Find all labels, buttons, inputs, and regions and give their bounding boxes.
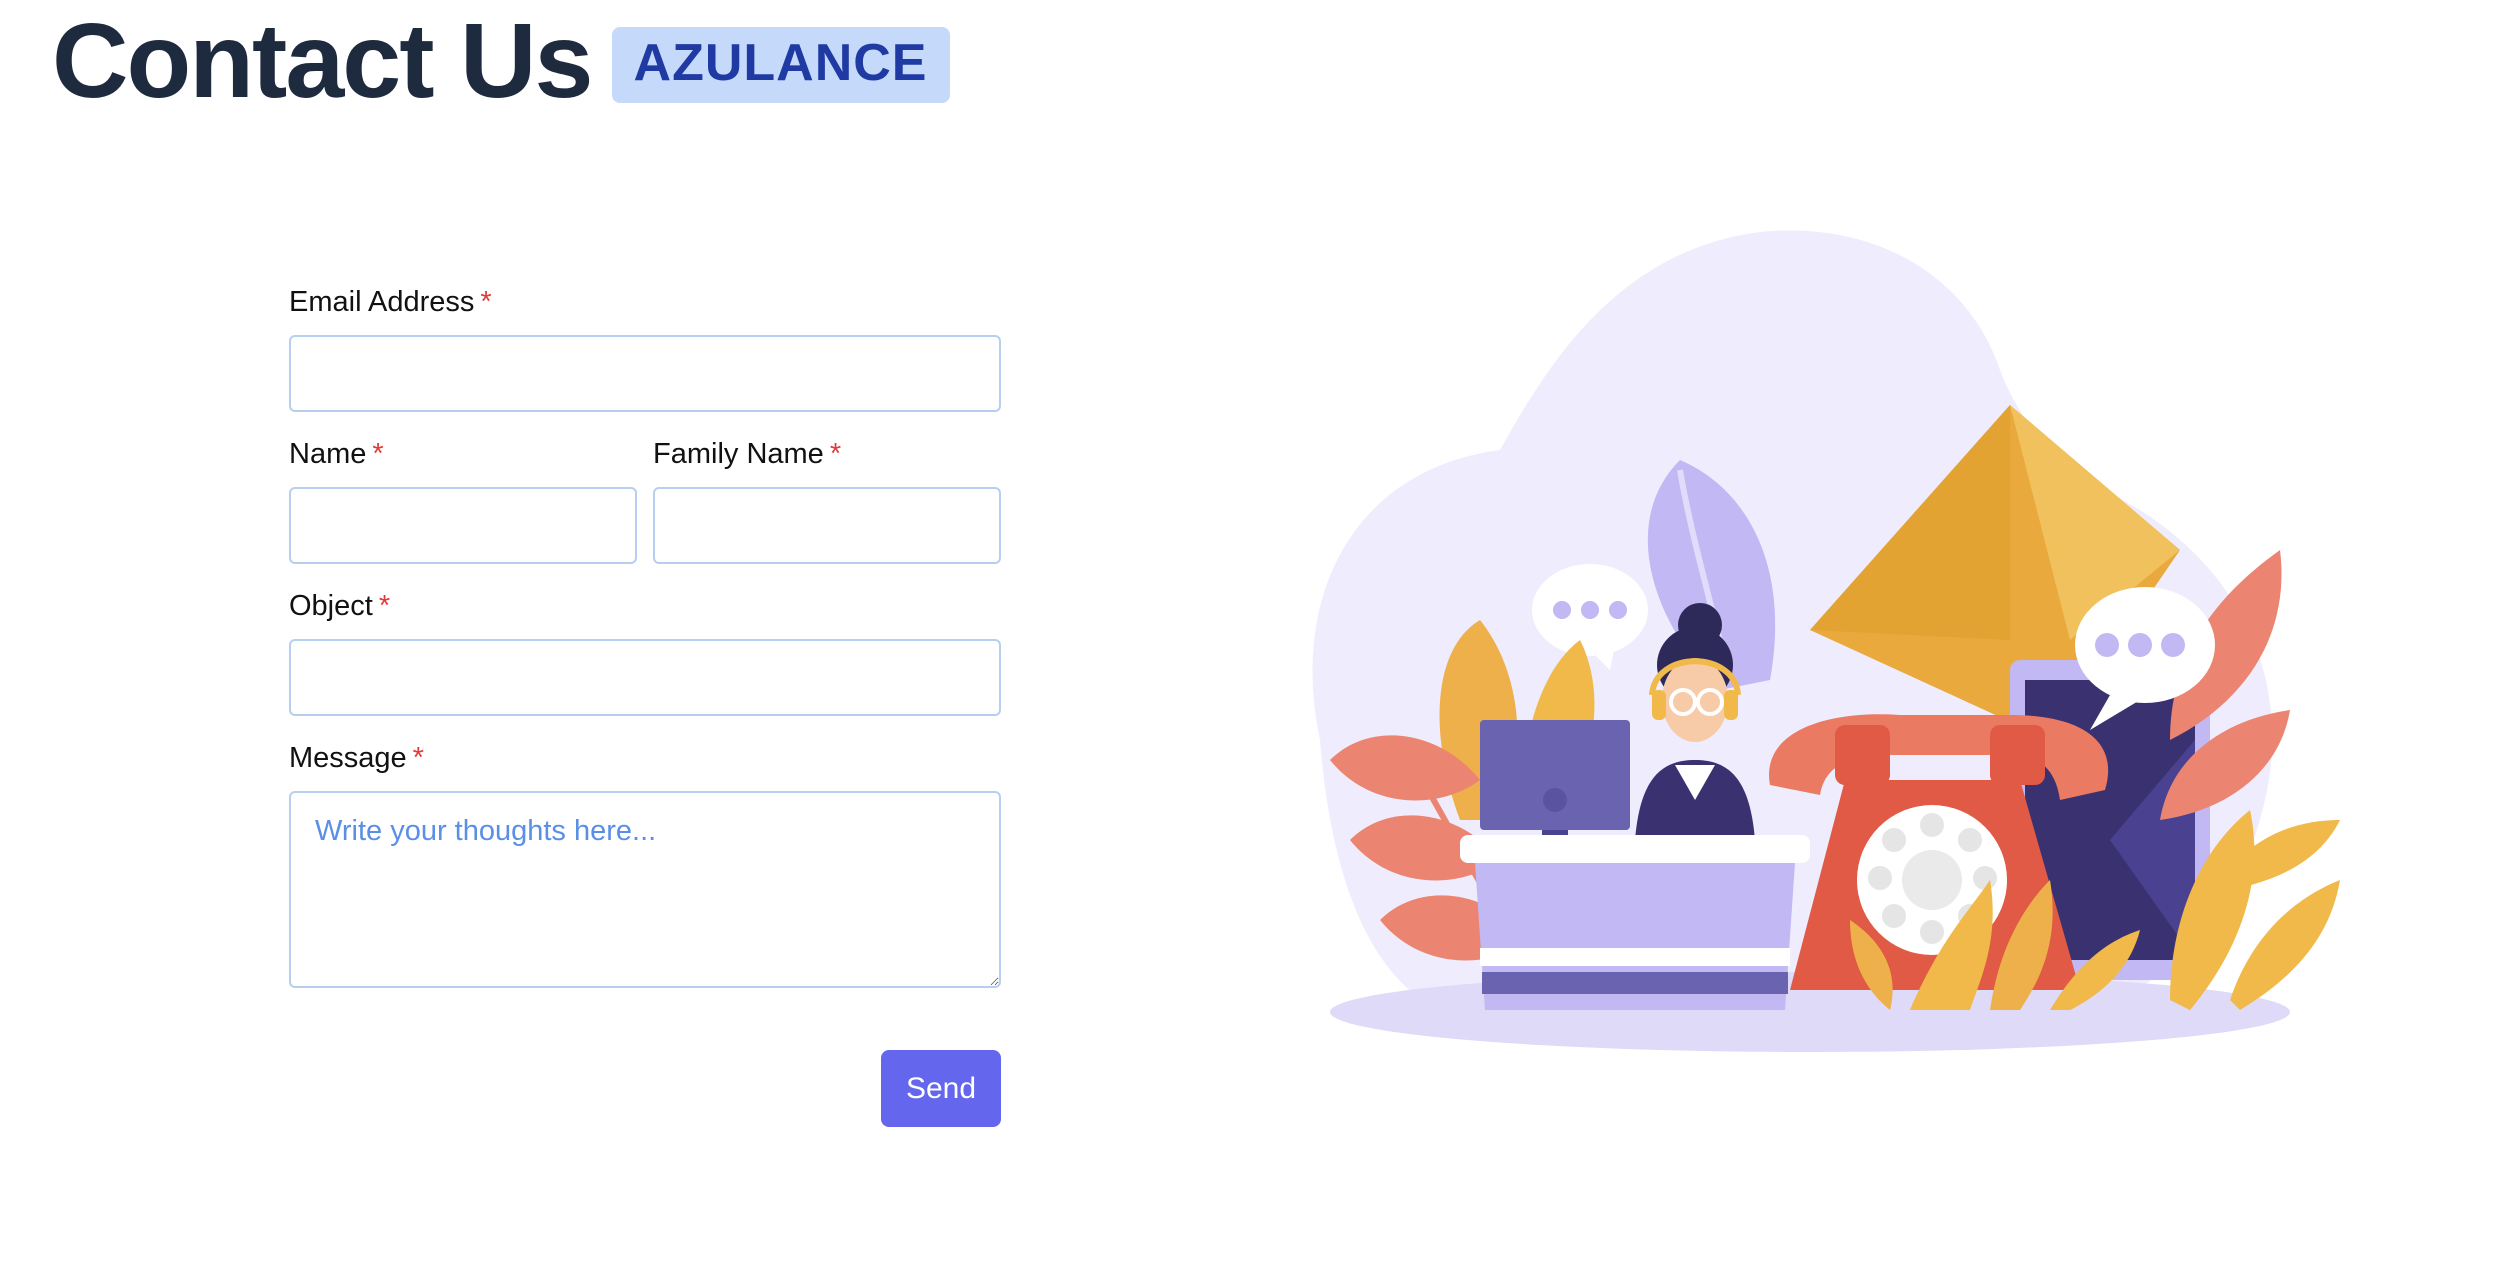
email-label: Email Address * <box>289 286 492 318</box>
object-label: Object * <box>289 590 391 622</box>
message-label: Message * <box>289 742 424 774</box>
family-name-field[interactable] <box>653 487 1001 564</box>
required-mark: * <box>378 590 391 622</box>
name-row: Name * Family Name * <box>289 437 1001 564</box>
customer-support-illustration <box>1312 230 2340 1052</box>
form-actions: Send <box>289 1050 1001 1127</box>
name-label: Name * <box>289 438 384 470</box>
message-textarea[interactable] <box>289 791 1001 988</box>
required-mark: * <box>372 438 384 470</box>
family-name-label: Family Name * <box>653 438 842 470</box>
contact-form: Email Address * Name * Family Name * Object… <box>289 285 1001 1127</box>
page-title: Contact Us <box>52 2 594 120</box>
object-group: Object * <box>289 589 1001 716</box>
message-group: Message * <box>289 741 1001 988</box>
monitor <box>1480 720 1630 830</box>
name-field[interactable] <box>289 487 637 564</box>
name-group: Name * <box>289 437 637 564</box>
required-mark: * <box>829 438 842 470</box>
page-header: Contact Us AZULANCE <box>52 8 950 114</box>
required-mark: * <box>480 286 492 318</box>
email-group: Email Address * <box>289 285 1001 412</box>
brand-badge: AZULANCE <box>611 27 950 103</box>
required-mark: * <box>412 742 424 774</box>
desk-top <box>1460 835 1810 863</box>
family-name-group: Family Name * <box>653 437 1001 564</box>
object-field[interactable] <box>289 639 1001 716</box>
email-field[interactable] <box>289 335 1001 412</box>
send-button[interactable]: Send <box>881 1050 1001 1127</box>
